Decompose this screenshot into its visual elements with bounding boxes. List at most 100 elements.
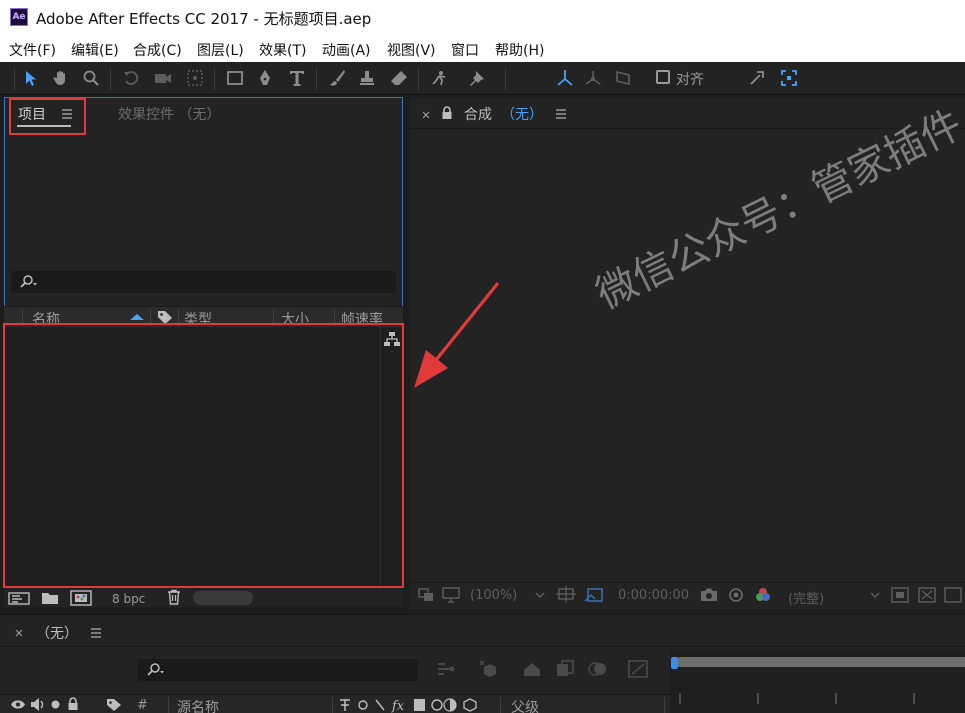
column-parent[interactable]: 父级 [511,697,539,713]
window-title: Adobe After Effects CC 2017 - 无标题项目.aep [36,10,372,28]
menu-animation[interactable]: 动画(A) [322,40,371,60]
region-of-interest-icon[interactable] [584,586,606,604]
column-divider [664,697,665,713]
highlight-project-list [3,323,404,588]
world-axis-mode-icon[interactable] [582,67,604,89]
menu-layer[interactable]: 图层(L) [197,40,244,60]
new-folder-icon[interactable] [41,591,59,605]
zoom-dropdown[interactable]: (100%) [470,588,517,603]
always-preview-icon[interactable] [418,588,434,602]
menu-window[interactable]: 窗口 [451,40,479,60]
toolbar-divider [418,68,419,90]
chevron-down-icon[interactable] [870,591,880,599]
selection-tool-icon[interactable] [20,67,42,89]
transparency-grid-icon[interactable] [918,587,936,603]
toolbar-grip [14,68,15,90]
close-panel-icon[interactable] [14,628,24,638]
lock-icon[interactable] [441,106,453,120]
chevron-down-icon[interactable] [535,591,545,599]
sort-ascending-icon[interactable] [129,313,145,321]
title-bar: Ae Adobe After Effects CC 2017 - 无标题项目.a… [0,0,965,36]
type-tool-icon[interactable] [286,67,308,89]
project-search-input[interactable] [11,271,396,293]
toolbar-divider [505,68,506,90]
hand-tool-icon[interactable] [50,67,72,89]
timeline-search-input[interactable] [138,659,418,681]
work-area-bar[interactable] [677,657,965,667]
panel-menu-icon[interactable] [555,108,567,120]
time-ruler-ticks [679,693,915,704]
composition-flowchart-icon[interactable] [436,661,456,677]
local-axis-mode-icon[interactable] [554,67,576,89]
tools-toolbar [0,62,965,95]
monitor-icon[interactable] [442,587,460,603]
menu-edit[interactable]: 编辑(E) [71,40,119,60]
solo-dot-icon[interactable] [51,700,60,709]
label-tag-icon[interactable] [106,698,122,712]
timeline-tab-divider [0,646,965,647]
snap-label: 对齐 [676,72,704,88]
timecode-display[interactable]: 0:00:00:00 [618,588,689,603]
view-axis-mode-icon[interactable] [612,67,634,89]
resolution-grid-icon[interactable] [556,586,576,604]
column-divider [500,697,501,713]
rotate-tool-icon[interactable] [120,67,142,89]
menu-help[interactable]: 帮助(H) [495,40,544,60]
color-channels-icon[interactable] [754,586,772,603]
graph-editor-icon[interactable] [628,660,648,678]
view-options-icon[interactable] [944,587,962,603]
panel-menu-icon[interactable] [90,627,102,639]
menu-bar: 文件(F) 编辑(E) 合成(C) 图层(L) 效果(T) 动画(A) 视图(V… [0,36,965,62]
fast-preview-icon[interactable] [891,587,909,603]
menu-composition[interactable]: 合成(C) [133,40,182,60]
tab-composition[interactable]: 合成 [464,104,492,124]
motion-blur-icon[interactable] [588,660,608,678]
brush-tool-icon[interactable] [326,67,348,89]
frame-blending-icon[interactable] [555,660,575,678]
thumbnail-slider[interactable] [193,591,253,605]
snapshot-camera-icon[interactable] [700,587,718,602]
search-icon [147,663,164,676]
work-area-start-handle[interactable] [671,657,678,669]
pen-tool-icon[interactable] [254,67,276,89]
zoom-tool-icon[interactable] [80,67,102,89]
bit-depth-button[interactable]: 8 bpc [112,592,145,606]
shy-layers-icon[interactable] [522,660,542,678]
lock-icon[interactable] [67,697,79,711]
video-visibility-icon[interactable] [10,699,26,710]
snap-corners-icon[interactable] [778,67,800,89]
toolbar-divider [316,68,317,90]
audio-speaker-icon[interactable] [30,698,46,711]
layer-switches-icon[interactable]: fx [338,697,488,713]
eraser-tool-icon[interactable] [388,67,410,89]
new-composition-icon[interactable] [70,590,92,606]
pan-behind-tool-icon[interactable] [184,67,206,89]
column-divider [332,697,333,713]
close-panel-icon[interactable] [421,110,431,120]
svg-text:fx: fx [391,699,405,713]
show-snapshot-icon[interactable] [727,586,745,603]
camera-tool-icon[interactable] [152,67,174,89]
trash-icon[interactable] [166,589,182,605]
highlight-project-tab [9,98,86,135]
tab-timeline[interactable]: （无） [36,623,78,643]
clone-stamp-tool-icon[interactable] [356,67,378,89]
snapping-icon[interactable] [746,67,768,89]
menu-view[interactable]: 视图(V) [387,40,436,60]
roto-brush-tool-icon[interactable] [428,67,450,89]
puppet-pin-tool-icon[interactable] [466,67,488,89]
tab-composition-value[interactable]: （无） [501,104,543,124]
column-divider [168,697,169,713]
timeline-column-header: # 源名称 fx 父级 [0,694,670,713]
column-source-name[interactable]: 源名称 [177,697,219,713]
rectangle-tool-icon[interactable] [224,67,246,89]
menu-effect[interactable]: 效果(T) [259,40,306,60]
toolbar-divider [214,68,215,90]
interpret-footage-icon[interactable] [8,591,30,606]
snap-checkbox[interactable] [656,70,670,84]
tab-effect-controls[interactable]: 效果控件 （无） [118,104,220,124]
menu-file[interactable]: 文件(F) [9,40,56,60]
column-number[interactable]: # [137,698,148,713]
draft-3d-icon[interactable] [478,659,500,679]
quality-dropdown[interactable]: (完整) [788,588,824,607]
